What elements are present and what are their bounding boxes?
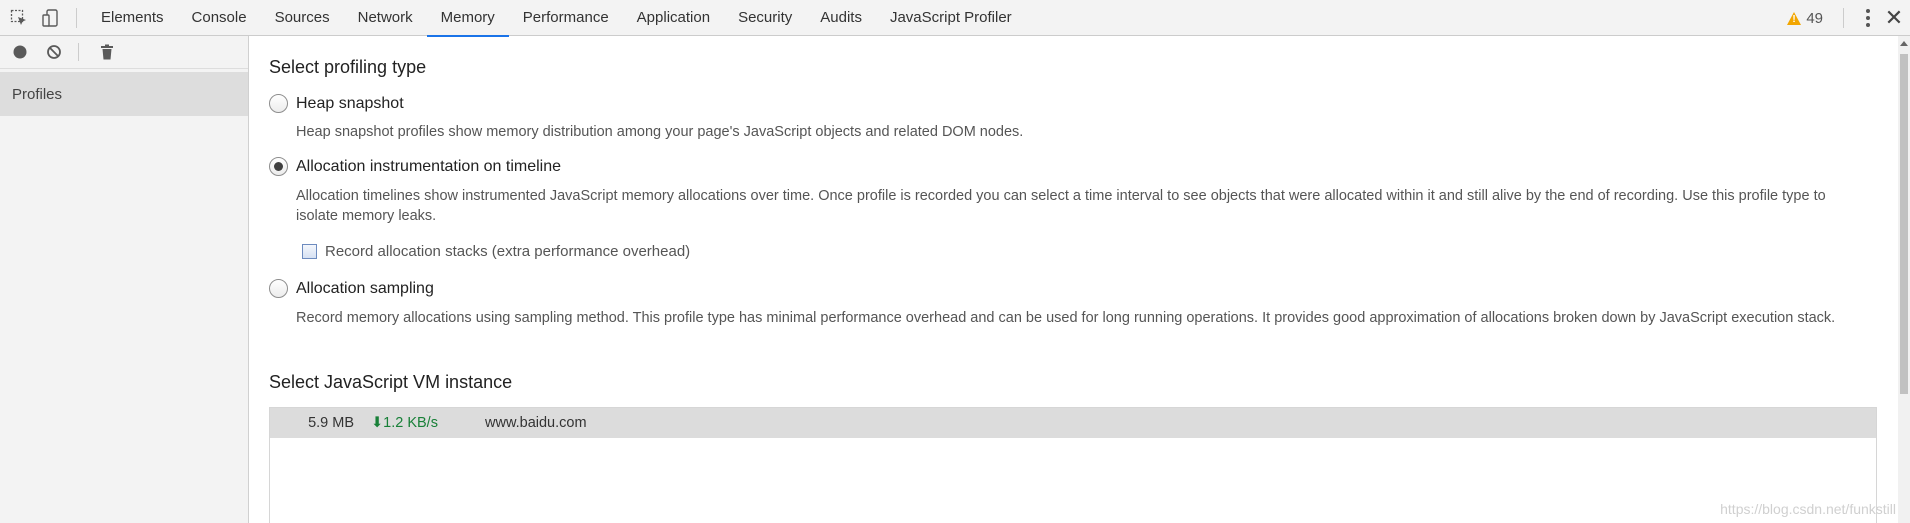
warnings-counter[interactable]: ! 49 [1787,10,1823,27]
allocation-sampling-radio[interactable] [269,279,288,298]
allocation-timeline-radio[interactable] [269,157,288,176]
profile-launcher: Select profiling type Heap snapshot Heap… [250,36,1890,523]
option-description: Allocation timelines show instrumented J… [296,188,1826,224]
tab-application[interactable]: Application [623,0,724,36]
tab-security[interactable]: Security [724,0,806,36]
devtools-toolbar: Elements Console Sources Network Memory … [0,0,1910,37]
warning-count: 49 [1806,9,1823,27]
option-description: Record memory allocations using sampling… [296,310,1836,326]
checkbox-label: Record allocation stacks (extra performa… [325,243,691,260]
vertical-scrollbar[interactable] [1898,36,1910,523]
record-stacks-option[interactable]: Record allocation stacks (extra performa… [302,243,690,260]
tab-console[interactable]: Console [178,0,261,36]
option-description: Heap snapshot profiles show memory distr… [296,124,1024,140]
option-label: Allocation sampling [296,279,434,297]
toolbar-divider [78,43,79,61]
profiling-type-heading: Select profiling type [269,57,427,77]
heap-snapshot-radio[interactable] [269,94,288,113]
record-stacks-checkbox[interactable] [302,244,317,259]
option-label: Heap snapshot [296,94,404,112]
option-allocation-sampling[interactable]: Allocation sampling [269,279,434,298]
vm-allocation-rate: ⬇1.2 KB/s [371,415,438,431]
tab-memory[interactable]: Memory [426,0,509,37]
vm-url: www.baidu.com [485,415,587,431]
watermark: https://blog.csdn.net/funkstill [1720,501,1896,517]
sidebar-item-profiles[interactable]: Profiles [0,72,248,116]
toolbar-divider [76,7,77,28]
record-icon[interactable] [6,38,34,66]
tab-elements[interactable]: Elements [87,0,178,36]
toolbar-divider [1843,8,1844,28]
profiles-toolbar [0,36,248,69]
tab-audits[interactable]: Audits [806,0,876,36]
profiles-sidebar: Profiles [0,36,249,523]
vm-instance-heading: Select JavaScript VM instance [269,372,513,392]
tab-performance[interactable]: Performance [509,0,623,36]
option-label: Allocation instrumentation on timeline [296,157,562,175]
vm-heap-size: 5.9 MB [308,415,354,431]
warning-icon: ! [1787,11,1802,25]
close-icon[interactable]: ✕ [1884,5,1904,31]
tab-javascript-profiler[interactable]: JavaScript Profiler [876,0,1026,36]
trash-icon[interactable] [93,38,121,66]
clear-icon[interactable] [40,38,68,66]
vm-instance-row[interactable]: 5.9 MB ⬇1.2 KB/s www.baidu.com [270,408,1876,438]
panel-tabs: Elements Console Sources Network Memory … [87,0,1026,37]
device-toolbar-icon[interactable] [38,5,64,31]
tab-network[interactable]: Network [344,0,427,36]
inspect-element-icon[interactable] [6,5,32,31]
tab-sources[interactable]: Sources [261,0,344,36]
option-heap-snapshot[interactable]: Heap snapshot [269,94,404,113]
more-options-icon[interactable] [1858,5,1878,31]
option-allocation-timeline[interactable]: Allocation instrumentation on timeline [269,157,561,176]
scrollbar-thumb[interactable] [1900,54,1908,394]
scroll-up-arrow-icon[interactable] [1898,36,1910,50]
vm-instance-list: 5.9 MB ⬇1.2 KB/s www.baidu.com [269,407,1877,523]
